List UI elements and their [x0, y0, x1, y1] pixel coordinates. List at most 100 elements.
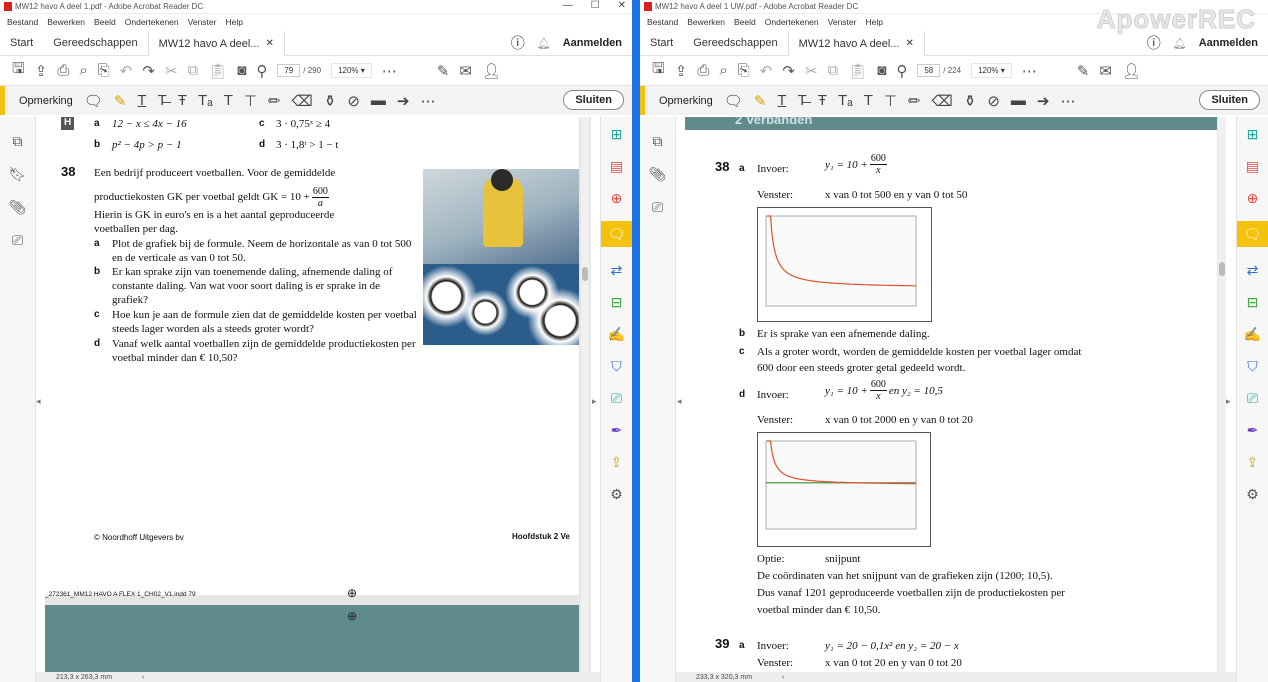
protect-icon[interactable]: ⛉	[1242, 357, 1264, 375]
maximize-button[interactable]: ☐	[591, 0, 600, 11]
snapshot-icon[interactable]: ◙	[877, 62, 886, 79]
paste-icon[interactable]: 📋︎	[848, 62, 867, 80]
bell-icon[interactable]: 🔔︎	[1173, 37, 1187, 50]
arrow-icon[interactable]: ➔	[397, 92, 410, 110]
menu-bestand[interactable]: Bestand	[647, 17, 678, 27]
menu-venster[interactable]: Venster	[828, 17, 857, 27]
more-icon[interactable]: ⋯	[1022, 62, 1037, 80]
vertical-scrollbar[interactable]	[1218, 117, 1226, 672]
collapse-right-icon[interactable]: ▸	[592, 396, 597, 407]
minimize-button[interactable]: —	[563, 0, 573, 11]
pencil-icon[interactable]: ✏	[268, 92, 281, 110]
tab-tools[interactable]: Gereedschappen	[43, 30, 147, 56]
pages-icon[interactable]: ⧉	[653, 133, 663, 150]
upload-icon[interactable]: ⇪	[675, 62, 688, 80]
highlight-icon[interactable]: ✎	[754, 92, 767, 110]
insert-text-icon[interactable]: Tₐ	[838, 92, 853, 109]
send-track-icon[interactable]: ⇪	[1242, 453, 1264, 471]
fill-sign-icon[interactable]: ✍	[1242, 325, 1264, 343]
copy-icon[interactable]: ⧉	[828, 62, 839, 79]
layers-icon[interactable]: ⎚	[652, 199, 663, 216]
binoculars-icon[interactable]: ⚲	[256, 62, 267, 80]
textbox-icon[interactable]: ⊤	[244, 92, 257, 110]
replace-text-icon[interactable]: Ŧ	[818, 92, 827, 109]
more-comment-icon[interactable]: ⋯	[1060, 92, 1075, 110]
attach-icon[interactable]: ⊘	[347, 92, 360, 110]
mail-icon[interactable]: ✉	[1099, 62, 1112, 80]
menu-help[interactable]: Help	[865, 17, 882, 27]
menu-help[interactable]: Help	[225, 17, 242, 27]
add-user-icon[interactable]: 👤︎	[482, 62, 501, 80]
menu-bestand[interactable]: Bestand	[7, 17, 38, 27]
redo-icon[interactable]: ↷	[782, 62, 795, 80]
page-number-input[interactable]: 58	[917, 64, 941, 77]
binoculars-icon[interactable]: ⚲	[896, 62, 907, 80]
undo-icon[interactable]: ↶	[760, 62, 773, 80]
scroll-thumb[interactable]	[1219, 262, 1225, 276]
comment-tool-icon[interactable]: 🗨︎	[600, 221, 632, 247]
menu-bewerken[interactable]: Bewerken	[687, 17, 725, 27]
more-tools-icon[interactable]: ⚙	[1242, 485, 1264, 503]
organize-icon[interactable]: ▤	[606, 157, 628, 175]
stamp-icon[interactable]: ⚱	[324, 92, 337, 110]
underline-text-icon[interactable]: T̲	[137, 92, 146, 109]
eraser-icon[interactable]: ⌫	[292, 92, 313, 110]
vertical-scrollbar[interactable]	[581, 117, 589, 672]
paste-icon[interactable]: 📋︎	[208, 62, 227, 80]
search-icon[interactable]: ⌕	[79, 62, 87, 79]
sticky-note-icon[interactable]: 🗨︎	[84, 92, 103, 110]
menu-beeld[interactable]: Beeld	[94, 17, 116, 27]
compare-icon[interactable]: ⊟	[1242, 293, 1264, 311]
menu-bewerken[interactable]: Bewerken	[47, 17, 85, 27]
menu-ondertekenen[interactable]: Ondertekenen	[765, 17, 819, 27]
upload-icon[interactable]: ⇪	[35, 62, 48, 80]
line-icon[interactable]: ▬	[1011, 92, 1026, 109]
eraser-icon[interactable]: ⌫	[932, 92, 953, 110]
menu-ondertekenen[interactable]: Ondertekenen	[125, 17, 179, 27]
underline-text-icon[interactable]: T̲	[777, 92, 786, 109]
export-pdf-icon[interactable]: ⊕	[606, 189, 628, 207]
more-comment-icon[interactable]: ⋯	[420, 92, 435, 110]
bell-icon[interactable]: 🔔︎	[537, 37, 551, 50]
strikethrough-icon[interactable]: T̶	[158, 92, 167, 109]
close-comment-button[interactable]: Sluiten	[1199, 90, 1260, 110]
copy-icon[interactable]: ⧉	[188, 62, 199, 79]
attachment-icon[interactable]: 📎︎	[649, 166, 667, 183]
export-pdf-icon[interactable]: ⊕	[1242, 189, 1264, 207]
add-user-icon[interactable]: 👤︎	[1122, 62, 1141, 80]
close-tab-icon[interactable]: ✕	[906, 38, 914, 49]
zoom-select[interactable]: 120% ▾	[331, 63, 372, 78]
strikethrough-icon[interactable]: T̶	[798, 92, 807, 109]
scan-icon[interactable]: ⎚	[606, 389, 628, 407]
fill-sign-icon[interactable]: ✍	[606, 325, 628, 343]
attachment-icon[interactable]: 📎︎	[9, 199, 27, 216]
sign-icon[interactable]: ✎	[437, 62, 450, 80]
attach-icon[interactable]: ⊘	[987, 92, 1000, 110]
create-pdf-icon[interactable]: ⊞	[1242, 125, 1264, 143]
close-comment-button[interactable]: Sluiten	[563, 90, 624, 110]
more-icon[interactable]: ⋯	[382, 62, 397, 80]
pages-icon[interactable]: ⧉	[13, 133, 23, 150]
organize-icon[interactable]: ▤	[1242, 157, 1264, 175]
compare-icon[interactable]: ⊟	[606, 293, 628, 311]
bookmark-icon[interactable]: 🔖︎	[9, 166, 27, 183]
close-tab-icon[interactable]: ✕	[266, 38, 274, 49]
sign-icon[interactable]: ✎	[1077, 62, 1090, 80]
search-icon[interactable]: ⌕	[719, 62, 727, 79]
comment-tool-icon[interactable]: 🗨︎	[1236, 221, 1268, 247]
tab-tools[interactable]: Gereedschappen	[683, 30, 787, 56]
collapse-left-icon[interactable]: ◂	[677, 396, 682, 407]
tab-start[interactable]: Start	[640, 30, 683, 56]
zoom-select[interactable]: 120% ▾	[971, 63, 1012, 78]
mail-icon[interactable]: ✉	[459, 62, 472, 80]
scan-icon[interactable]: ⎚	[1242, 389, 1264, 407]
signature-icon[interactable]: ✒	[606, 421, 628, 439]
create-pdf-icon[interactable]: ⊞	[606, 125, 628, 143]
print-icon[interactable]: ⎙	[697, 62, 709, 79]
sign-in-link[interactable]: Aanmelden	[1199, 37, 1258, 49]
cut-icon[interactable]: ✂	[805, 62, 818, 80]
tab-start[interactable]: Start	[0, 30, 43, 56]
insert-text-icon[interactable]: Tₐ	[198, 92, 213, 109]
layers-icon[interactable]: ⎚	[12, 232, 23, 249]
protect-icon[interactable]: ⛉	[606, 357, 628, 375]
